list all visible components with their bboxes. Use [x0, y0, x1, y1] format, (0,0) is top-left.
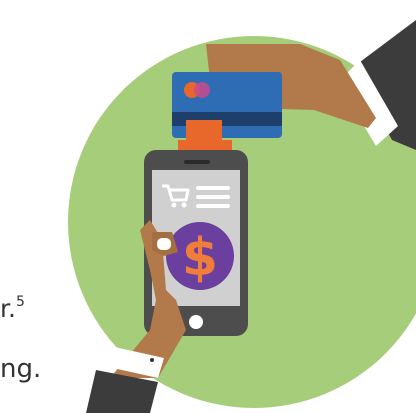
bottom-cuff-button-icon	[150, 358, 154, 362]
partial-text-line-2: ng.	[0, 354, 42, 384]
home-button-icon	[189, 315, 203, 329]
screenshot-frame: $ r.5 ng.	[0, 0, 416, 413]
dollar-sign-icon: $	[182, 228, 218, 288]
screen-line-2	[196, 195, 230, 199]
card-logo-icon-2	[194, 82, 210, 98]
phone-speaker	[184, 160, 210, 164]
bottom-thumbnail	[157, 238, 171, 250]
partial-text-line-1-main: r.	[0, 294, 16, 323]
screen-line-3	[196, 204, 230, 208]
footnote-superscript: 5	[15, 293, 25, 310]
payment-illustration: $	[68, 20, 416, 413]
partial-text-line-1: r.5	[0, 294, 25, 323]
screen-line-1	[196, 186, 230, 190]
